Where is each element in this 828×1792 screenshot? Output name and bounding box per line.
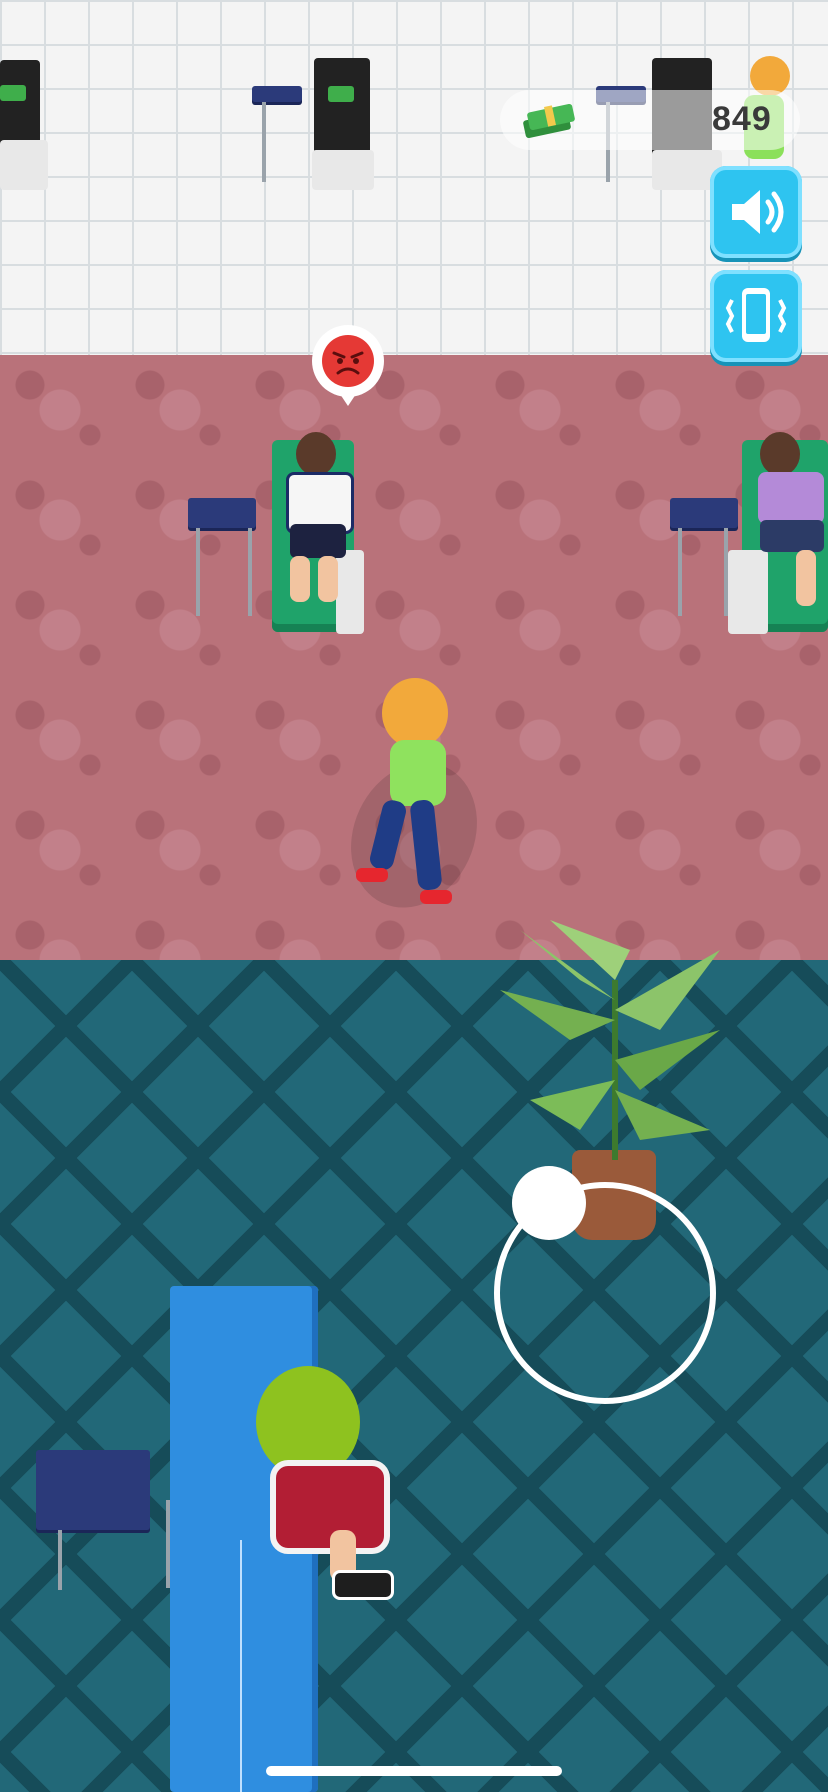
cash-icon	[328, 86, 354, 102]
cash-stack-icon	[520, 100, 580, 140]
side-tray	[188, 498, 256, 528]
player-shoe	[356, 868, 388, 882]
customer-shorts	[290, 524, 346, 558]
sound-toggle-button[interactable]	[710, 166, 802, 258]
tray-leg	[262, 102, 266, 182]
vibration-toggle-button[interactable]	[710, 270, 802, 362]
joystick-knob[interactable]	[512, 1166, 586, 1240]
tray-leg	[678, 528, 682, 616]
side-tray	[36, 1450, 150, 1530]
bed-base	[336, 550, 364, 634]
tray-leg	[166, 1500, 170, 1588]
cash-icon	[0, 85, 26, 101]
customer-head	[296, 432, 336, 476]
player-hair	[382, 678, 448, 748]
speech-bubble-tail	[336, 388, 360, 406]
player-shirt	[390, 740, 446, 806]
bed-base	[312, 150, 374, 190]
home-indicator[interactable]	[266, 1766, 562, 1776]
visitor-shoe	[332, 1570, 394, 1600]
customer-leg	[796, 550, 816, 606]
massage-bed	[0, 60, 40, 150]
tray-leg	[196, 528, 200, 616]
customer-leg	[290, 556, 310, 602]
phone-vibrate-icon	[725, 288, 787, 342]
player-shoe	[420, 890, 452, 904]
bed-base	[0, 140, 48, 190]
money-value: 849	[712, 100, 772, 138]
potted-plant	[490, 920, 740, 1170]
customer-head	[760, 432, 800, 476]
bed-base	[728, 550, 768, 634]
customer-leg	[318, 556, 338, 602]
customer-shorts	[760, 520, 824, 552]
speaker-icon	[732, 190, 784, 234]
side-tray	[252, 86, 302, 102]
tray-leg	[58, 1530, 62, 1590]
angry-face-icon	[322, 335, 374, 387]
customer-top	[758, 472, 824, 524]
massage-bed	[314, 58, 370, 158]
bench-seam	[240, 1540, 242, 1792]
tray-leg	[248, 528, 252, 616]
side-tray	[670, 498, 738, 528]
